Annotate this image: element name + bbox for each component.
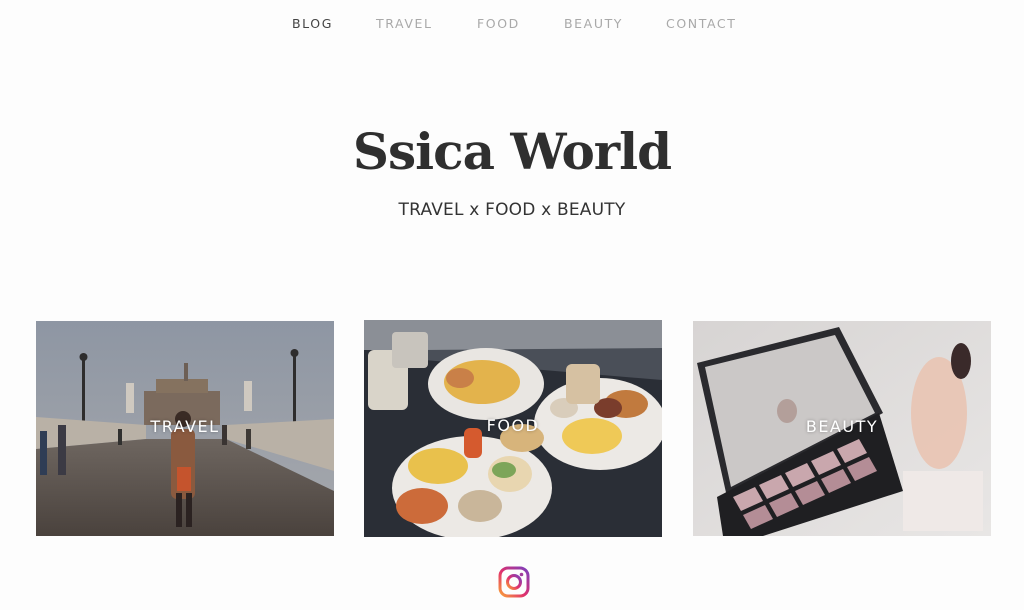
nav-item-food[interactable]: FOOD (477, 16, 520, 31)
nav-item-blog[interactable]: BLOG (292, 16, 333, 31)
nav-item-beauty[interactable]: BEAUTY (564, 16, 623, 31)
category-label-travel: TRAVEL (150, 417, 220, 436)
top-nav: BLOG TRAVEL FOOD BEAUTY CONTACT (0, 16, 1024, 34)
site-tagline: TRAVEL x FOOD x BEAUTY (398, 200, 626, 220)
nav-item-travel[interactable]: TRAVEL (376, 16, 433, 31)
category-label-beauty: BEAUTY (805, 417, 879, 436)
category-label-food: FOOD (486, 416, 540, 435)
nav-item-contact[interactable]: CONTACT (666, 16, 736, 31)
category-card-beauty[interactable]: BEAUTY (693, 321, 991, 536)
site-title[interactable]: Ssica World (0, 122, 1024, 182)
category-card-food[interactable]: FOOD (364, 320, 662, 537)
instagram-icon[interactable] (498, 566, 530, 598)
category-card-travel[interactable]: TRAVEL (36, 321, 334, 536)
